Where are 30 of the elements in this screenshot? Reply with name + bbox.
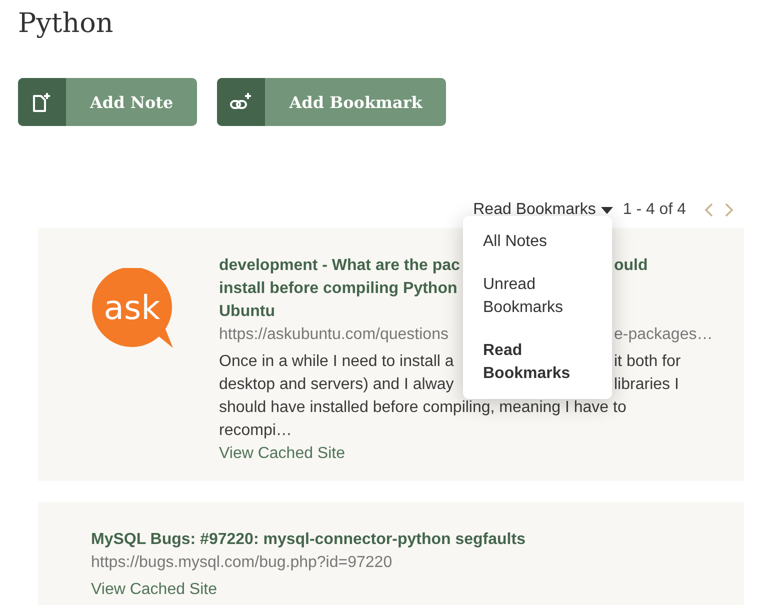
excerpt-text: it both for — [614, 352, 681, 372]
file-plus-icon — [31, 92, 53, 112]
speech-bubble-logo: ask — [91, 268, 175, 348]
bookmark-url: https://askubuntu.com/questions — [219, 325, 450, 345]
bookmark-title[interactable]: Ubuntu — [219, 300, 463, 323]
filter-dropdown[interactable]: Read Bookmarks — [473, 201, 613, 219]
excerpt-text: should have installed before compiling, meaning I have to — [219, 398, 626, 418]
bookmark-title[interactable]: install before compiling Python — [219, 277, 463, 300]
menu-item[interactable]: Unread Bookmarks — [463, 263, 598, 329]
bookmark-title[interactable]: ould — [614, 254, 648, 277]
excerpt-text: Once in a while I need to install a — [219, 352, 455, 372]
excerpt-text: desktop and servers) and I alway — [219, 375, 455, 395]
bookmark-url: e-packages… — [614, 325, 713, 345]
page-title: Python — [17, 7, 114, 41]
add-bookmark-button[interactable]: Add Bookmark — [217, 78, 446, 126]
menu-item[interactable]: All Notes — [463, 220, 598, 263]
link-plus-icon — [230, 92, 252, 112]
chevron-left-icon[interactable] — [704, 203, 714, 217]
page-range: 1 - 4 of 4 — [622, 201, 686, 219]
add-note-button[interactable]: Add Note — [18, 78, 198, 126]
menu-item[interactable]: Read Bookmarks — [463, 329, 598, 395]
excerpt-text: recompi… — [219, 421, 293, 441]
caret-icon — [600, 206, 613, 214]
view-cached-link[interactable]: View Cached Site — [91, 578, 217, 601]
view-cached-link[interactable]: View Cached Site — [219, 442, 345, 465]
bookmark-title[interactable]: development - What are the pac — [219, 254, 463, 277]
excerpt-text: libraries I — [614, 375, 679, 395]
bookmark-url: https://bugs.mysql.com/bug.php?id=97220 — [91, 553, 392, 573]
chevron-right-icon[interactable] — [724, 203, 734, 217]
bookmark-title[interactable]: MySQL Bugs: #97220: mysql-connector-python segfaults — [91, 528, 526, 551]
